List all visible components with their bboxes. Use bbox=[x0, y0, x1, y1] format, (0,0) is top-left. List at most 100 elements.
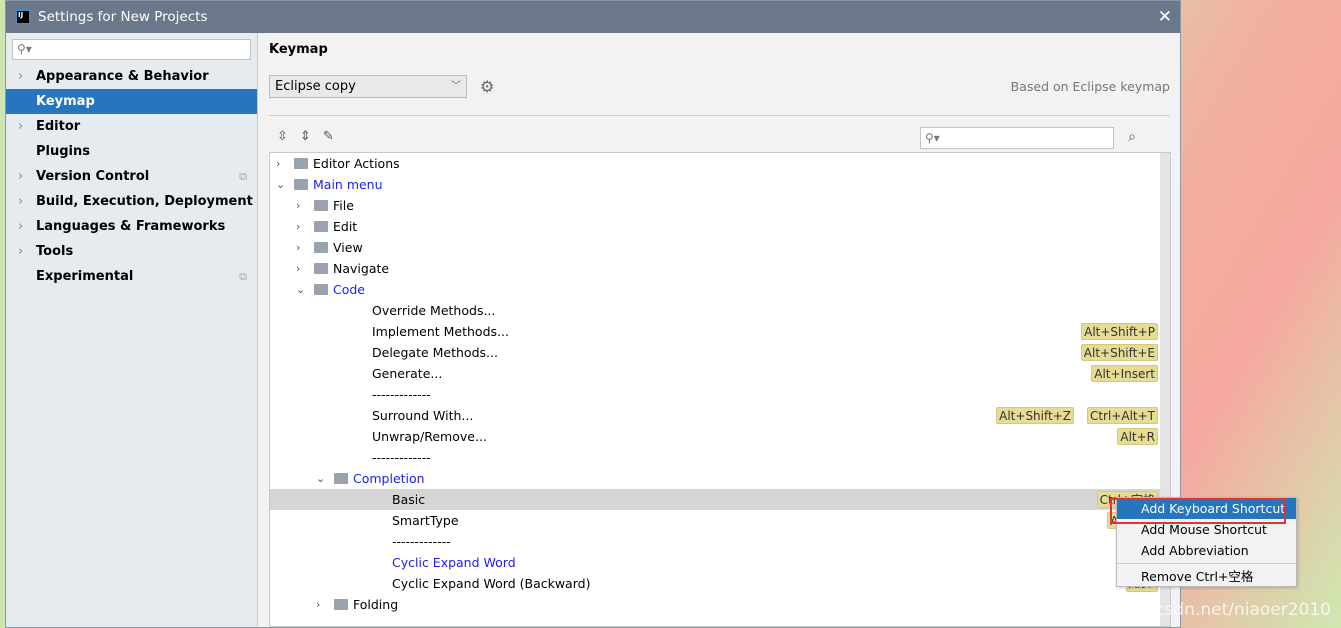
chevron-down-icon: ﹀ bbox=[451, 81, 461, 92]
tree-row[interactable]: › View bbox=[270, 237, 1170, 258]
chevron-right-icon[interactable]: › bbox=[296, 237, 300, 258]
tree-row[interactable]: ⌄ Completion bbox=[270, 468, 1170, 489]
sidebar-item[interactable]: › Editor bbox=[6, 114, 257, 139]
tree-row-label: Cyclic Expand Word bbox=[392, 555, 516, 570]
window-title: Settings for New Projects bbox=[38, 9, 208, 25]
tree-row[interactable]: ------------- bbox=[270, 615, 1170, 626]
sidebar-item-label: Keymap bbox=[36, 94, 95, 109]
gear-icon[interactable]: ⚙ bbox=[480, 77, 494, 96]
highlight-annotation bbox=[1110, 498, 1286, 524]
divider bbox=[269, 115, 1170, 116]
folder-icon bbox=[334, 599, 348, 610]
chevron-right-icon[interactable]: › bbox=[296, 258, 300, 279]
chevron-right-icon[interactable]: › bbox=[296, 216, 300, 237]
tree-row[interactable]: SmartTypeAlt+Shi bbox=[270, 510, 1170, 531]
sidebar-item[interactable]: Plugins bbox=[6, 139, 257, 164]
shortcut-badge: Ctrl+Alt+T bbox=[1086, 407, 1158, 424]
chevron-right-icon: › bbox=[18, 169, 24, 184]
expand-all-icon[interactable]: ⇳ bbox=[277, 129, 288, 144]
close-icon[interactable]: ✕ bbox=[1158, 7, 1172, 27]
shortcut-badge: Alt+R bbox=[1117, 428, 1158, 445]
chevron-right-icon[interactable]: › bbox=[276, 153, 280, 174]
tree-row[interactable]: ⌄ Code bbox=[270, 279, 1170, 300]
sidebar-item-label: Build, Execution, Deployment bbox=[36, 194, 253, 209]
menu-item-add-abbreviation[interactable]: Add Abbreviation bbox=[1117, 540, 1296, 561]
tree-row[interactable]: Override Methods... bbox=[270, 300, 1170, 321]
tree-row[interactable]: Cyclic Expand Word (Backward)Alt+ bbox=[270, 573, 1170, 594]
tree-row[interactable]: › Edit bbox=[270, 216, 1170, 237]
sidebar-item-label: Editor bbox=[36, 119, 81, 134]
tree-row-label: Completion bbox=[353, 471, 425, 486]
tree-row[interactable]: ------------- bbox=[270, 447, 1170, 468]
sidebar-item[interactable]: › Languages & Frameworks bbox=[6, 214, 257, 239]
folder-icon bbox=[334, 473, 348, 484]
keymap-panel: Keymap Eclipse copy ﹀ ⚙ Based on Eclipse … bbox=[269, 33, 1180, 627]
tree-row[interactable]: Delegate Methods... Alt+Shift+E bbox=[270, 342, 1170, 363]
folder-icon bbox=[294, 179, 308, 190]
tree-row-label: Delegate Methods... bbox=[372, 345, 498, 360]
chevron-down-icon[interactable]: ⌄ bbox=[316, 468, 325, 489]
folder-icon bbox=[314, 221, 328, 232]
sidebar-item-label: Languages & Frameworks bbox=[36, 219, 226, 234]
tree-row-label: SmartType bbox=[392, 513, 459, 528]
search-icon: ⚲▾ bbox=[17, 42, 32, 56]
copy-icon: ⧉ bbox=[239, 170, 247, 183]
folder-icon bbox=[314, 263, 328, 274]
folder-icon bbox=[294, 158, 308, 169]
sidebar: ⚲▾ › Appearance & Behavior Keymap › Editor Pl… bbox=[6, 33, 258, 627]
edit-icon[interactable]: ✎ bbox=[323, 129, 334, 144]
tree-row[interactable]: Surround With... Ctrl+Alt+T Alt+Shift+Z bbox=[270, 405, 1170, 426]
tree-row-label: Implement Methods... bbox=[372, 324, 509, 339]
chevron-right-icon[interactable]: › bbox=[316, 594, 320, 615]
tree-row[interactable]: › Folding bbox=[270, 594, 1170, 615]
tree-row-label: Folding bbox=[353, 597, 399, 612]
shortcut-badge: Alt+Shift+P bbox=[1081, 323, 1158, 340]
keymap-select-value: Eclipse copy bbox=[275, 79, 356, 94]
collapse-all-icon[interactable]: ⇕ bbox=[300, 129, 311, 144]
tree-row[interactable]: ⌄ Main menu bbox=[270, 174, 1170, 195]
sidebar-item[interactable]: Keymap bbox=[6, 89, 257, 114]
tree-row-label: Edit bbox=[333, 219, 358, 234]
chevron-right-icon[interactable]: › bbox=[296, 195, 300, 216]
tree-row-label: View bbox=[333, 240, 363, 255]
keymap-search-input[interactable]: ⚲▾ bbox=[920, 127, 1114, 149]
tree-row[interactable]: › File bbox=[270, 195, 1170, 216]
sidebar-item[interactable]: › Build, Execution, Deployment bbox=[6, 189, 257, 214]
tree-row[interactable]: Implement Methods... Alt+Shift+P bbox=[270, 321, 1170, 342]
tree-row-label: Cyclic Expand Word (Backward) bbox=[392, 576, 591, 591]
sidebar-item-label: Tools bbox=[36, 244, 74, 259]
tree-row-label: ------------- bbox=[392, 534, 451, 549]
shortcut-badge: Alt+Shift+E bbox=[1080, 344, 1158, 361]
tree-row[interactable]: › Editor Actions bbox=[270, 153, 1170, 174]
tree-row[interactable]: BasicCtrl+空格 bbox=[270, 489, 1170, 510]
keymap-select[interactable]: Eclipse copy ﹀ bbox=[269, 75, 467, 98]
chevron-right-icon: › bbox=[18, 194, 24, 209]
chevron-down-icon[interactable]: ⌄ bbox=[296, 279, 305, 300]
tree-row-label: File bbox=[333, 198, 354, 213]
tree-row[interactable]: › Navigate bbox=[270, 258, 1170, 279]
tree-row[interactable]: Cyclic Expand Word bbox=[270, 552, 1170, 573]
tree-row-label: Editor Actions bbox=[313, 156, 400, 171]
sidebar-search-input[interactable]: ⚲▾ bbox=[12, 39, 251, 60]
tree-row[interactable]: ------------- bbox=[270, 384, 1170, 405]
shortcut-badge: Alt+Insert bbox=[1091, 365, 1158, 382]
chevron-right-icon: › bbox=[18, 219, 24, 234]
folder-icon bbox=[314, 242, 328, 253]
shortcut-badge: Alt+Shift+Z bbox=[996, 407, 1074, 424]
sidebar-item-label: Version Control bbox=[36, 169, 150, 184]
tree-row[interactable]: Generate... Alt+Insert bbox=[270, 363, 1170, 384]
sidebar-item[interactable]: › Tools bbox=[6, 239, 257, 264]
tree-row[interactable]: Unwrap/Remove... Alt+R bbox=[270, 426, 1170, 447]
sidebar-item[interactable]: Experimental ⧉ bbox=[6, 264, 257, 289]
tree-row-label: Navigate bbox=[333, 261, 390, 276]
based-on-label: Based on Eclipse keymap bbox=[1010, 79, 1170, 94]
tree-row-label: ------------- bbox=[372, 387, 431, 402]
sidebar-item-label: Plugins bbox=[36, 144, 90, 159]
sidebar-item-label: Experimental bbox=[36, 269, 134, 284]
tree-row[interactable]: ------------- bbox=[270, 531, 1170, 552]
sidebar-item[interactable]: › Version Control ⧉ bbox=[6, 164, 257, 189]
chevron-down-icon[interactable]: ⌄ bbox=[276, 174, 285, 195]
menu-item-remove-shortcut[interactable]: Remove Ctrl+空格 bbox=[1117, 566, 1296, 587]
find-shortcut-icon[interactable]: ⌕ bbox=[1128, 129, 1136, 145]
sidebar-item[interactable]: › Appearance & Behavior bbox=[6, 64, 257, 89]
